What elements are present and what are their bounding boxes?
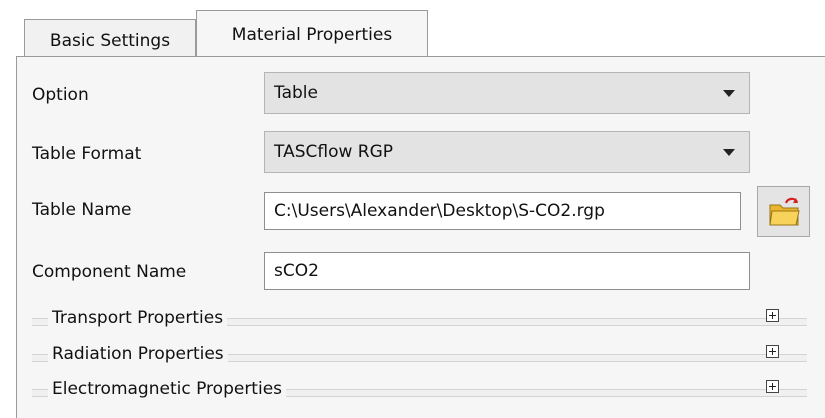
plus-box-icon[interactable] (766, 345, 779, 358)
browse-file-button[interactable] (757, 186, 810, 237)
radiation-properties-title: Radiation Properties (48, 342, 228, 366)
radiation-properties-group[interactable]: Radiation Properties (32, 342, 807, 366)
plus-box-icon[interactable] (766, 309, 779, 322)
plus-box-icon[interactable] (766, 380, 779, 393)
tab-strip: Basic Settings Material Properties (0, 0, 825, 58)
component-name-value: sCO2 (274, 261, 319, 281)
tab-material-properties[interactable]: Material Properties (196, 10, 428, 58)
chevron-down-icon (723, 90, 735, 97)
table-name-value: C:\Users\Alexander\Desktop\S-CO2.rgp (274, 201, 605, 221)
table-format-dropdown[interactable]: TASCflow RGP (264, 131, 750, 173)
table-format-label: Table Format (32, 144, 142, 164)
chevron-down-icon (723, 149, 735, 156)
transport-properties-group[interactable]: Transport Properties (32, 306, 807, 330)
electromagnetic-properties-title: Electromagnetic Properties (48, 377, 287, 401)
component-name-label: Component Name (32, 262, 187, 282)
tab-basic-settings[interactable]: Basic Settings (24, 19, 196, 57)
option-dropdown[interactable]: Table (264, 72, 750, 114)
component-name-field[interactable]: sCO2 (264, 252, 750, 290)
option-value: Table (274, 83, 318, 103)
option-label: Option (32, 85, 89, 105)
table-format-value: TASCflow RGP (274, 142, 394, 162)
table-name-label: Table Name (32, 200, 132, 220)
folder-open-icon (769, 197, 800, 226)
transport-properties-title: Transport Properties (48, 306, 228, 330)
electromagnetic-properties-group[interactable]: Electromagnetic Properties (32, 377, 807, 401)
table-name-field[interactable]: C:\Users\Alexander\Desktop\S-CO2.rgp (264, 192, 741, 230)
